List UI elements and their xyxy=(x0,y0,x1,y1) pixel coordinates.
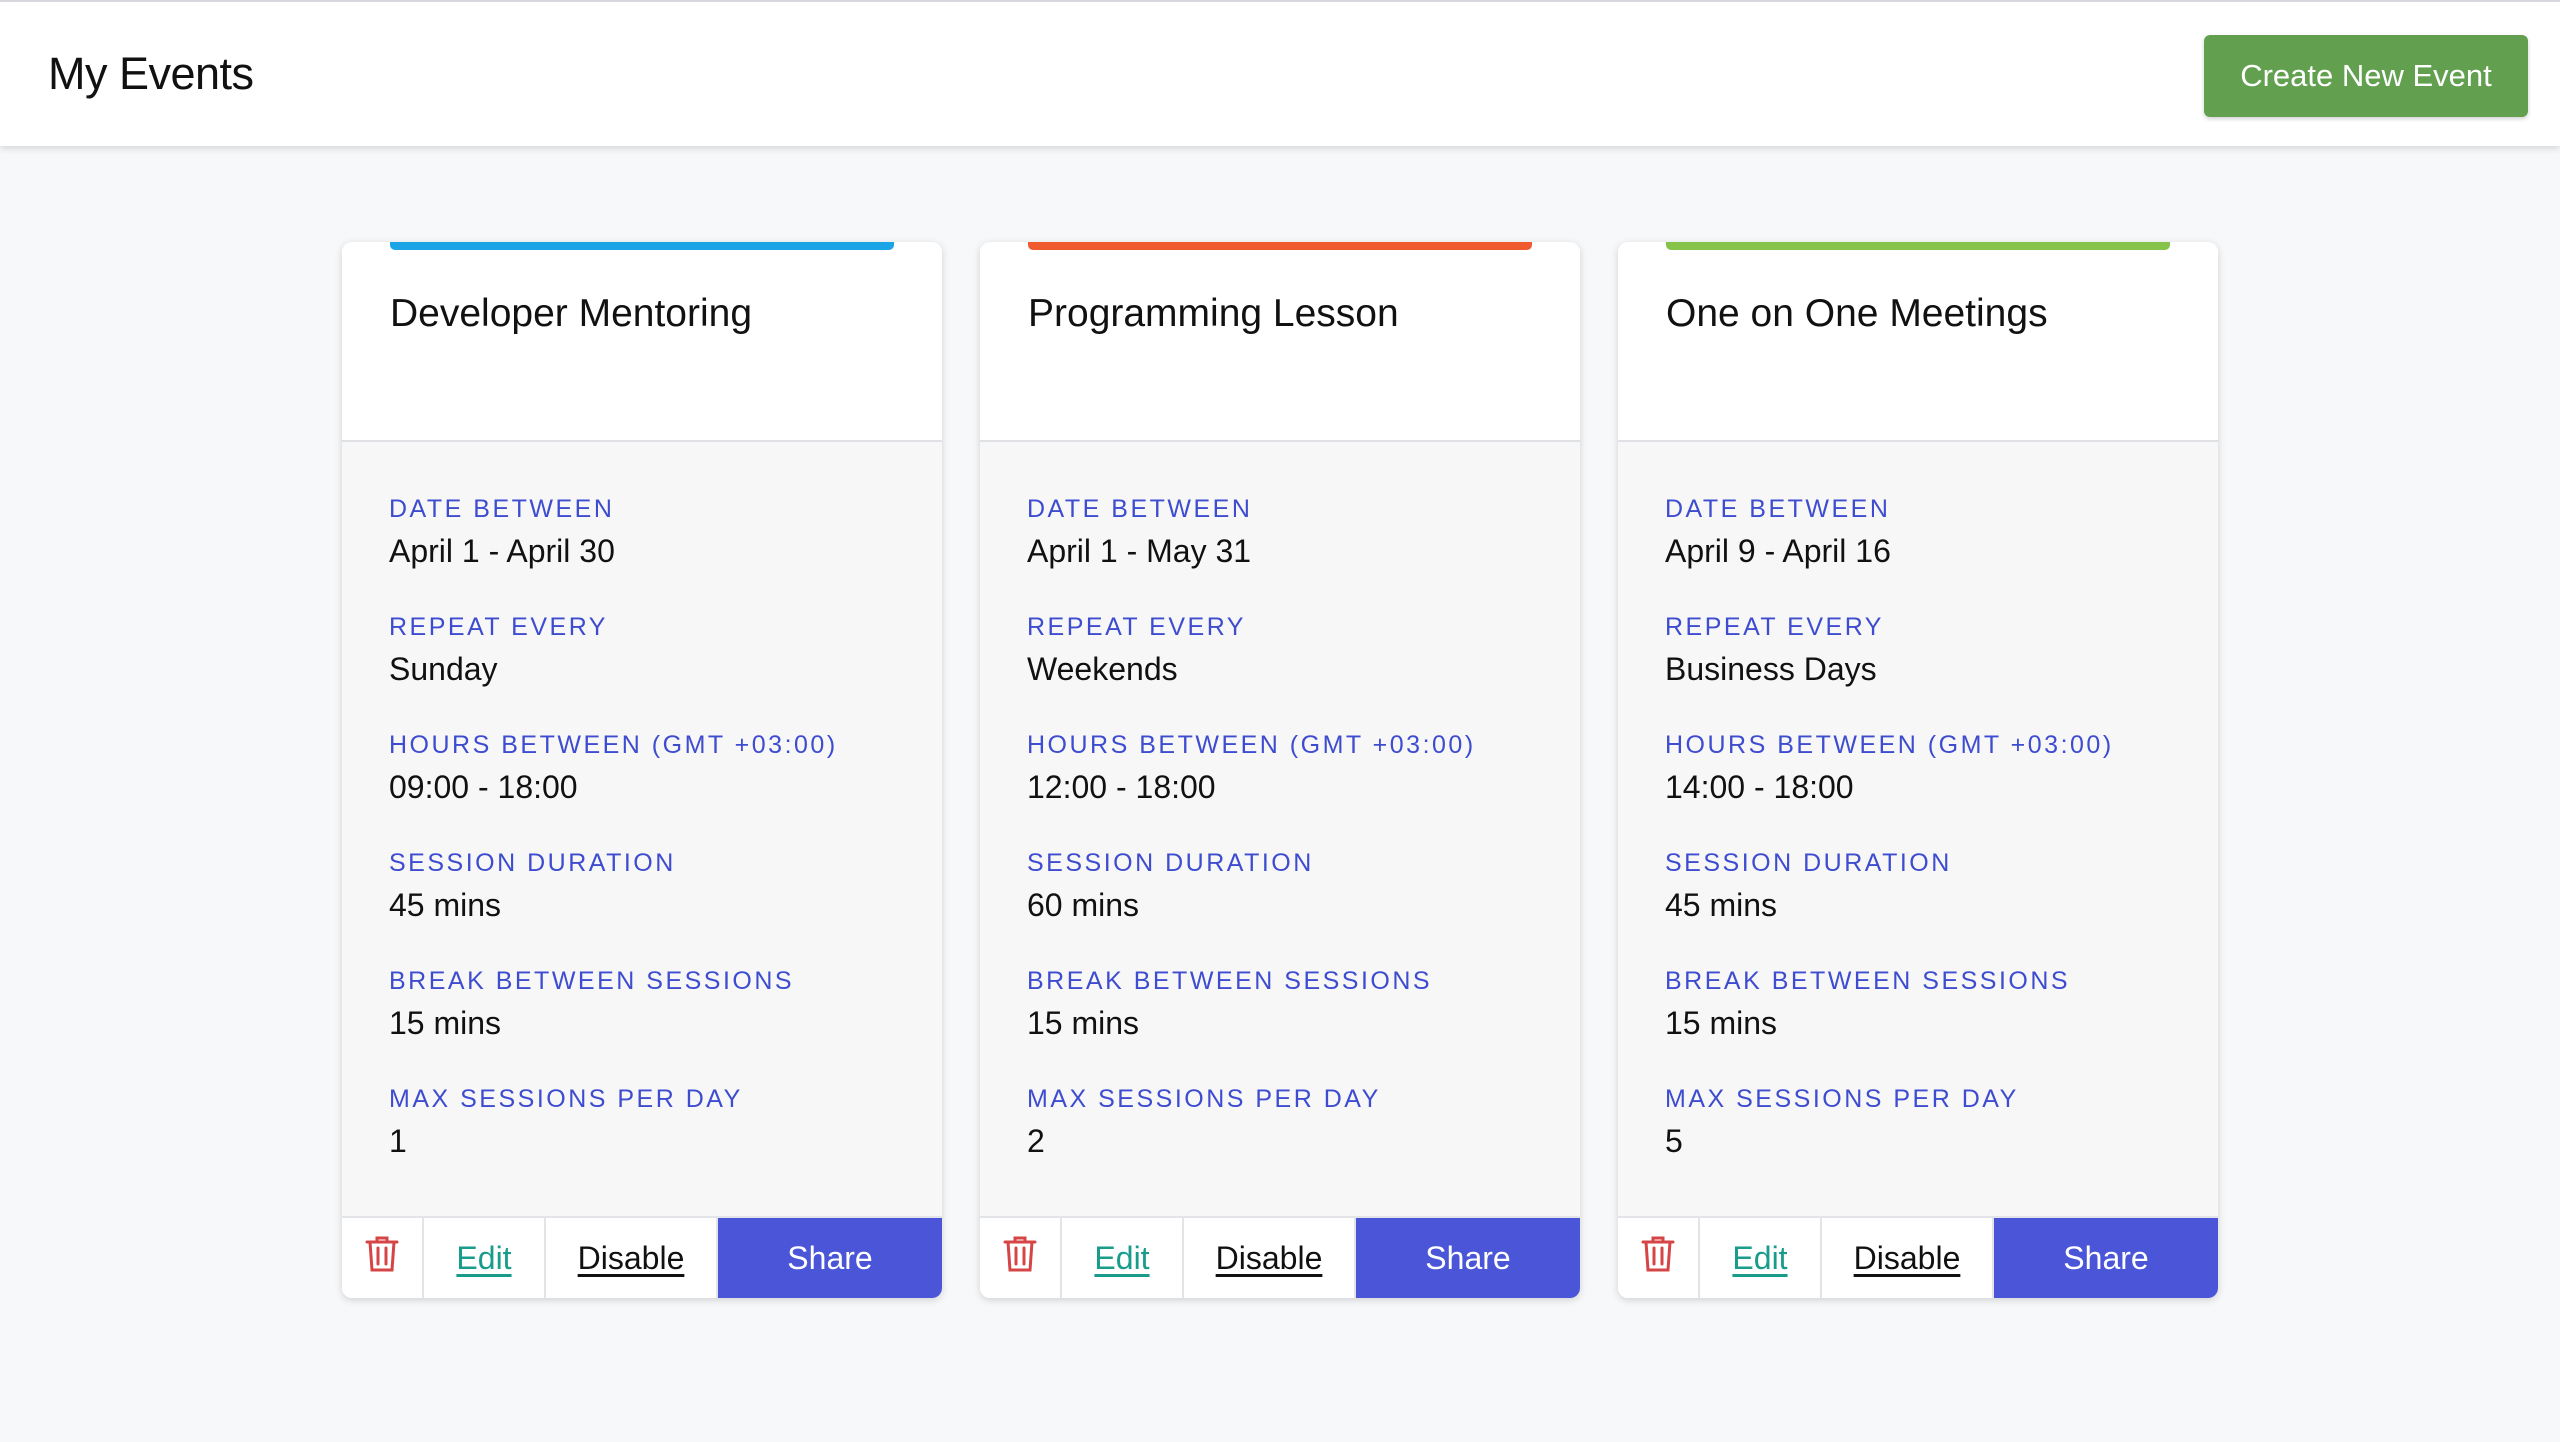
session-duration-field: SESSION DURATION 60 mins xyxy=(1027,848,1547,966)
session-duration-field: SESSION DURATION 45 mins xyxy=(1665,848,2185,966)
field-label: REPEAT EVERY xyxy=(1027,613,1246,641)
edit-link[interactable]: Edit xyxy=(1062,1218,1184,1298)
repeat-every-field: REPEAT EVERY Weekends xyxy=(1027,612,1547,730)
share-button[interactable]: Share xyxy=(1356,1218,1580,1298)
event-title: One on One Meetings xyxy=(1666,292,2048,335)
event-accent-bar xyxy=(1028,242,1532,250)
event-details: DATE BETWEEN April 1 - May 31 REPEAT EVE… xyxy=(1027,494,1547,1202)
delete-button[interactable] xyxy=(342,1218,424,1298)
field-label: SESSION DURATION xyxy=(1027,849,1314,877)
event-accent-bar xyxy=(1666,242,2170,250)
event-actions: Edit Disable Share xyxy=(1618,1216,2218,1298)
event-title: Programming Lesson xyxy=(1028,292,1399,335)
field-value: Sunday xyxy=(389,651,498,687)
repeat-every-field: REPEAT EVERY Business Days xyxy=(1665,612,2185,730)
field-label: BREAK BETWEEN SESSIONS xyxy=(1027,967,1433,995)
event-details: DATE BETWEEN April 1 - April 30 REPEAT E… xyxy=(389,494,909,1202)
edit-link[interactable]: Edit xyxy=(1700,1218,1822,1298)
disable-link[interactable]: Disable xyxy=(546,1218,718,1298)
field-label: MAX SESSIONS PER DAY xyxy=(1027,1085,1381,1113)
trash-icon xyxy=(1002,1234,1038,1282)
field-label: BREAK BETWEEN SESSIONS xyxy=(389,967,795,995)
field-label: MAX SESSIONS PER DAY xyxy=(389,1085,743,1113)
field-value: 14:00 - 18:00 xyxy=(1665,769,1854,805)
share-button[interactable]: Share xyxy=(718,1218,942,1298)
field-label: HOURS BETWEEN (GMT +03:00) xyxy=(389,731,838,759)
max-sessions-field: MAX SESSIONS PER DAY 1 xyxy=(389,1084,909,1202)
edit-link[interactable]: Edit xyxy=(424,1218,546,1298)
field-value: 5 xyxy=(1665,1123,1683,1159)
field-value: 15 mins xyxy=(1665,1005,1778,1041)
field-label: BREAK BETWEEN SESSIONS xyxy=(1665,967,2071,995)
field-value: Business Days xyxy=(1665,651,1877,687)
session-duration-field: SESSION DURATION 45 mins xyxy=(389,848,909,966)
field-value: 15 mins xyxy=(389,1005,502,1041)
max-sessions-field: MAX SESSIONS PER DAY 5 xyxy=(1665,1084,2185,1202)
field-value: 12:00 - 18:00 xyxy=(1027,769,1216,805)
break-between-field: BREAK BETWEEN SESSIONS 15 mins xyxy=(389,966,909,1084)
field-value: Weekends xyxy=(1027,651,1178,687)
share-button[interactable]: Share xyxy=(1994,1218,2218,1298)
hours-between-field: HOURS BETWEEN (GMT +03:00) 14:00 - 18:00 xyxy=(1665,730,2185,848)
event-details: DATE BETWEEN April 9 - April 16 REPEAT E… xyxy=(1665,494,2185,1202)
field-label: SESSION DURATION xyxy=(389,849,676,877)
field-label: HOURS BETWEEN (GMT +03:00) xyxy=(1027,731,1476,759)
field-value: 45 mins xyxy=(1665,887,1778,923)
trash-icon xyxy=(364,1234,400,1282)
event-actions: Edit Disable Share xyxy=(342,1216,942,1298)
page-header: My Events Create New Event xyxy=(0,2,2560,146)
field-label: HOURS BETWEEN (GMT +03:00) xyxy=(1665,731,2114,759)
field-label: DATE BETWEEN xyxy=(389,495,615,523)
field-label: REPEAT EVERY xyxy=(1665,613,1884,641)
field-label: MAX SESSIONS PER DAY xyxy=(1665,1085,2019,1113)
event-card: Developer Mentoring DATE BETWEEN April 1… xyxy=(342,242,942,1298)
trash-icon xyxy=(1640,1234,1676,1282)
field-value: 15 mins xyxy=(1027,1005,1140,1041)
page-title: My Events xyxy=(48,48,254,99)
event-card-header: Programming Lesson xyxy=(980,242,1580,442)
field-label: DATE BETWEEN xyxy=(1665,495,1891,523)
date-between-field: DATE BETWEEN April 9 - April 16 xyxy=(1665,494,2185,612)
break-between-field: BREAK BETWEEN SESSIONS 15 mins xyxy=(1665,966,2185,1084)
max-sessions-field: MAX SESSIONS PER DAY 2 xyxy=(1027,1084,1547,1202)
event-card-header: One on One Meetings xyxy=(1618,242,2218,442)
field-value: April 1 - May 31 xyxy=(1027,533,1252,569)
hours-between-field: HOURS BETWEEN (GMT +03:00) 09:00 - 18:00 xyxy=(389,730,909,848)
field-value: 09:00 - 18:00 xyxy=(389,769,578,805)
field-value: 45 mins xyxy=(389,887,502,923)
event-actions: Edit Disable Share xyxy=(980,1216,1580,1298)
field-label: SESSION DURATION xyxy=(1665,849,1952,877)
disable-link[interactable]: Disable xyxy=(1822,1218,1994,1298)
field-value: 60 mins xyxy=(1027,887,1140,923)
delete-button[interactable] xyxy=(980,1218,1062,1298)
field-value: April 9 - April 16 xyxy=(1665,533,1891,569)
create-new-event-button[interactable]: Create New Event xyxy=(2204,35,2528,117)
delete-button[interactable] xyxy=(1618,1218,1700,1298)
field-label: DATE BETWEEN xyxy=(1027,495,1253,523)
date-between-field: DATE BETWEEN April 1 - May 31 xyxy=(1027,494,1547,612)
disable-link[interactable]: Disable xyxy=(1184,1218,1356,1298)
event-card-header: Developer Mentoring xyxy=(342,242,942,442)
repeat-every-field: REPEAT EVERY Sunday xyxy=(389,612,909,730)
event-card: Programming Lesson DATE BETWEEN April 1 … xyxy=(980,242,1580,1298)
break-between-field: BREAK BETWEEN SESSIONS 15 mins xyxy=(1027,966,1547,1084)
event-accent-bar xyxy=(390,242,894,250)
field-value: 2 xyxy=(1027,1123,1045,1159)
event-title: Developer Mentoring xyxy=(390,292,753,335)
field-value: 1 xyxy=(389,1123,407,1159)
event-card: One on One Meetings DATE BETWEEN April 9… xyxy=(1618,242,2218,1298)
field-label: REPEAT EVERY xyxy=(389,613,608,641)
field-value: April 1 - April 30 xyxy=(389,533,615,569)
date-between-field: DATE BETWEEN April 1 - April 30 xyxy=(389,494,909,612)
hours-between-field: HOURS BETWEEN (GMT +03:00) 12:00 - 18:00 xyxy=(1027,730,1547,848)
